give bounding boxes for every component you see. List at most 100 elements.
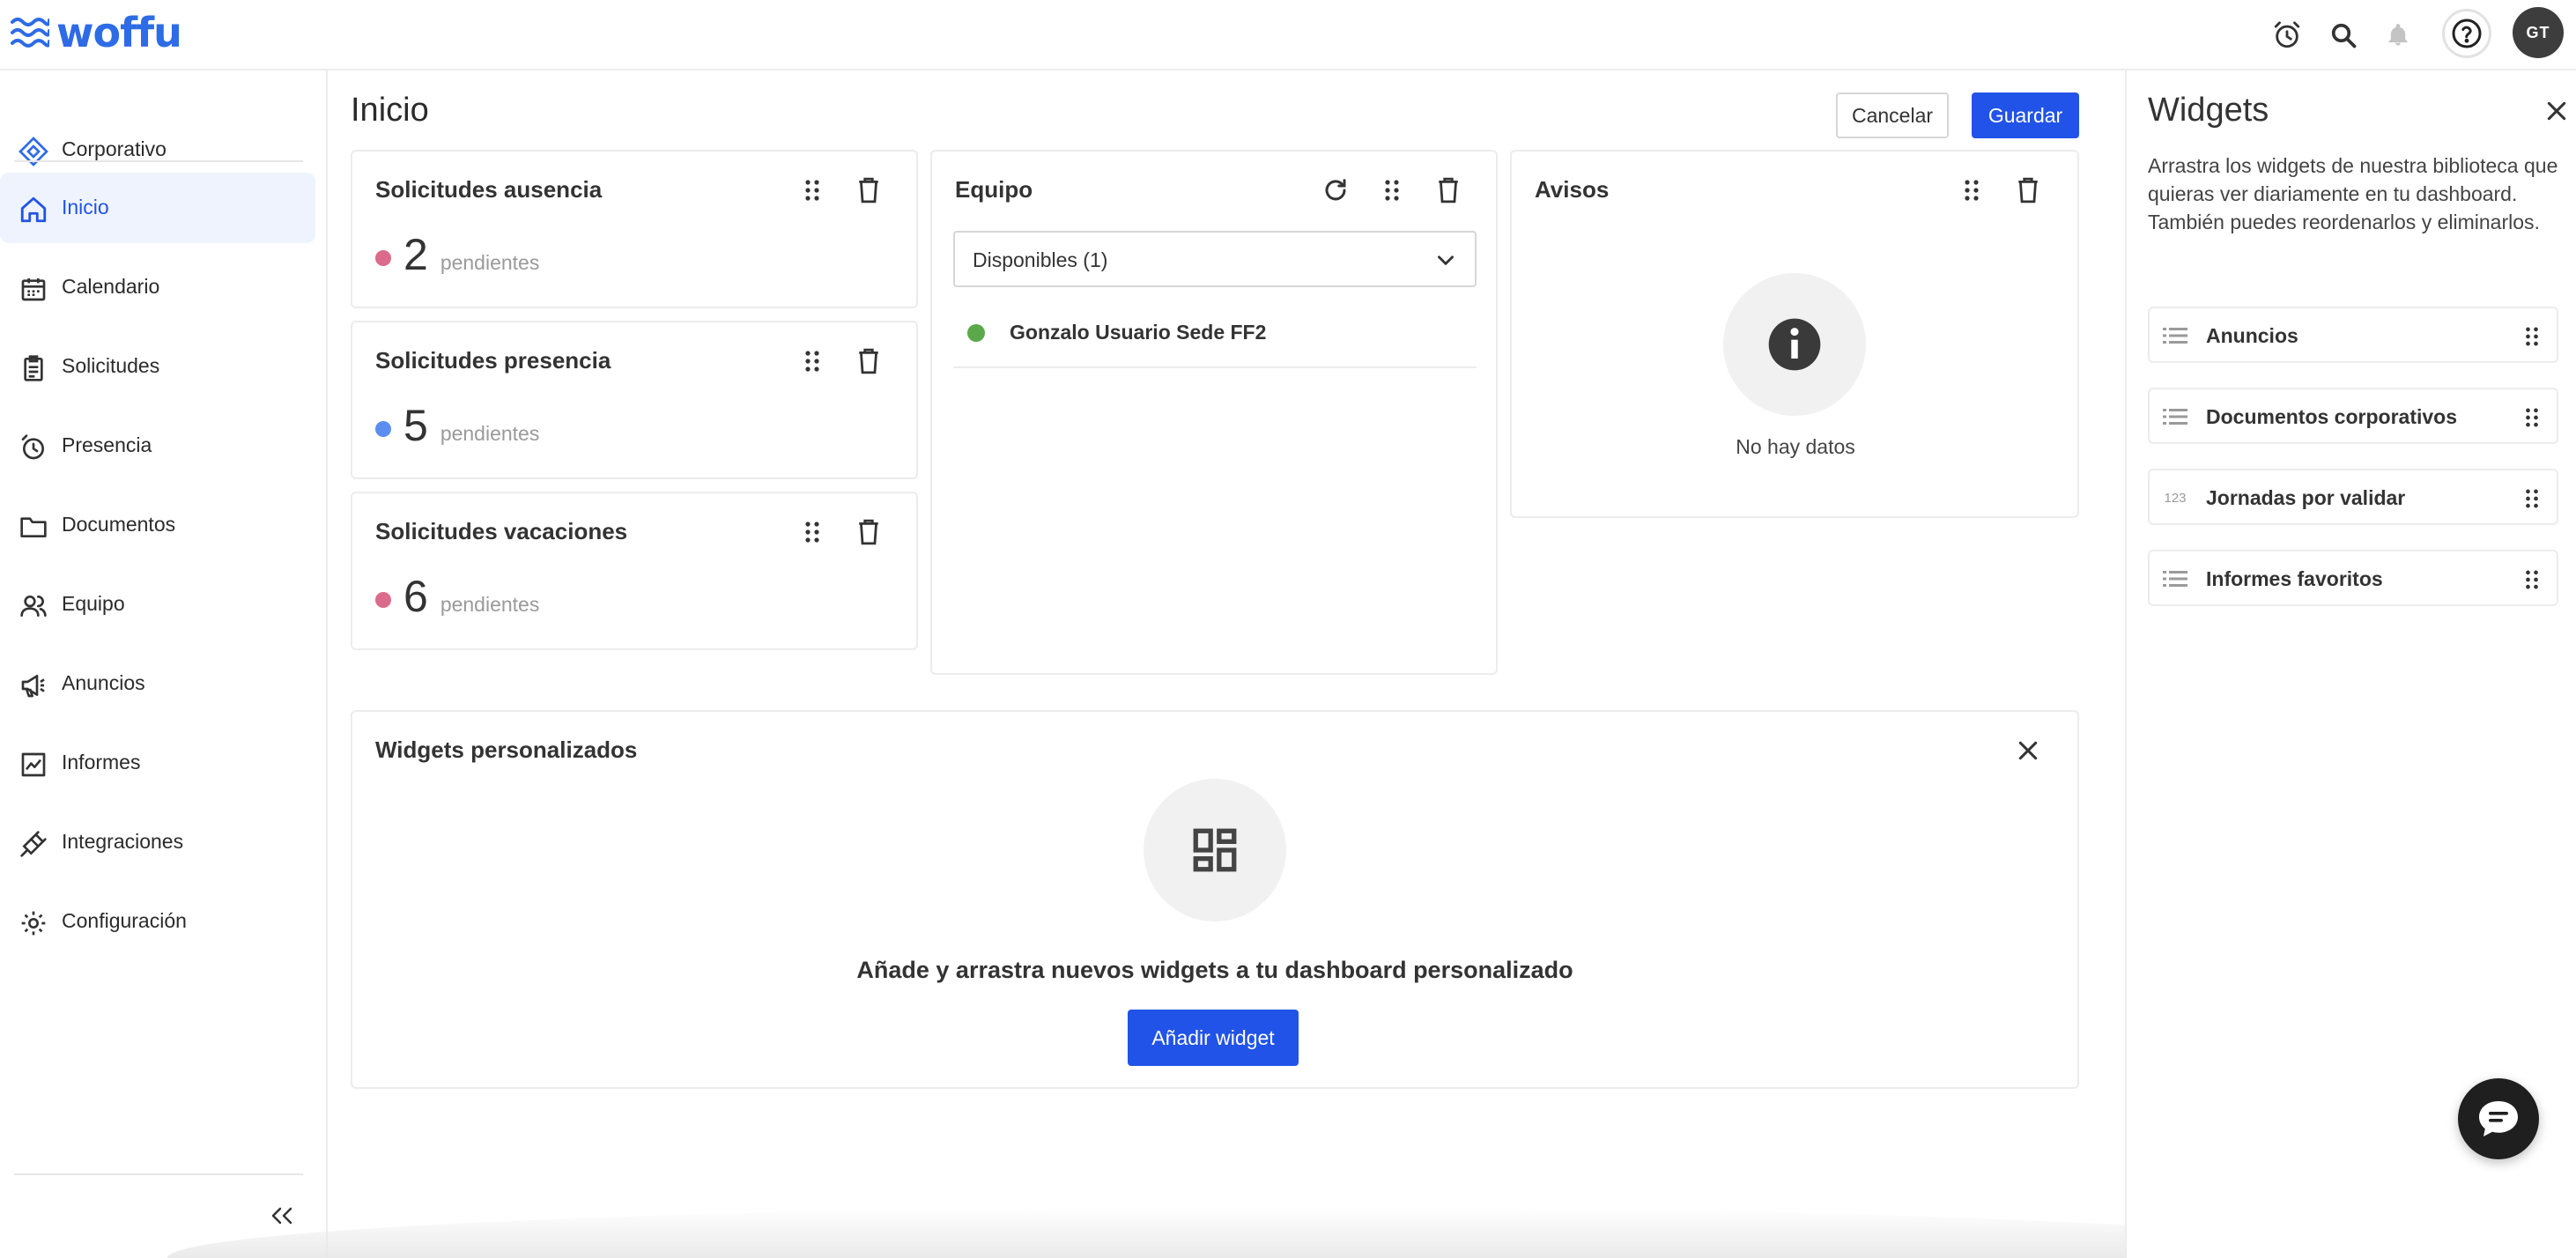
logo-text: woffu: [56, 9, 182, 56]
sidebar-item-anuncios[interactable]: Anuncios: [0, 648, 315, 719]
chart-icon: [18, 749, 49, 781]
custom-widgets-message: Añade y arrastra nuevos widgets a tu das…: [856, 957, 1573, 983]
avatar[interactable]: GT: [2513, 7, 2564, 58]
drag-handle-icon[interactable]: [1373, 171, 1411, 210]
section-title: Widgets personalizados: [375, 736, 638, 763]
widget-label: Anuncios: [2206, 324, 2298, 347]
sidebar-divider: [14, 1173, 303, 1175]
status-dot: [967, 324, 985, 342]
pending-count[interactable]: 2 pendientes: [375, 229, 539, 280]
chat-bubble-icon: [2479, 1101, 2518, 1136]
widget-label: Documentos corporativos: [2206, 405, 2457, 428]
sidebar-item-solicitudes[interactable]: Solicitudes: [0, 331, 315, 402]
empty-state-text: No hay datos: [1736, 435, 1855, 458]
refresh-icon[interactable]: [1316, 171, 1355, 210]
close-icon[interactable]: [2541, 95, 2572, 127]
sidebar-item-label: Documentos: [62, 513, 176, 536]
calendar-icon: [18, 273, 49, 305]
select-value: Disponibles (1): [973, 248, 1108, 271]
team-member-row[interactable]: Gonzalo Usuario Sede FF2: [953, 307, 1477, 368]
search-icon[interactable]: [2321, 12, 2366, 58]
clipboard-icon: [18, 352, 49, 384]
status-dot: [375, 421, 391, 437]
dashboard-icon: [1193, 828, 1237, 872]
sidebar-item-label: Solicitudes: [62, 354, 160, 377]
sidebar-item-label: Corporativo: [62, 137, 167, 160]
save-button[interactable]: Guardar: [1972, 92, 2079, 138]
sidebar: Corporativo Inicio Calendario Solicitude…: [0, 70, 328, 1258]
drag-handle-icon[interactable]: [2516, 562, 2548, 597]
chat-button[interactable]: [2458, 1078, 2539, 1159]
custom-widgets-section: Widgets personalizados Añade y arrastra …: [351, 710, 2079, 1089]
library-widget-jornadas-por-validar[interactable]: 123 Jornadas por validar: [2148, 469, 2558, 525]
info-icon: [1768, 318, 1821, 371]
count-label: pendientes: [440, 593, 540, 616]
help-icon[interactable]: [2442, 9, 2491, 58]
sidebar-item-equipo[interactable]: Equipo: [0, 569, 315, 640]
widget-avisos: Avisos No hay datos: [1510, 150, 2079, 518]
sidebar-item-documentos[interactable]: Documentos: [0, 490, 315, 560]
collapse-sidebar-button[interactable]: [264, 1200, 300, 1232]
library-widget-anuncios[interactable]: Anuncios: [2148, 307, 2558, 363]
sidebar-item-inicio[interactable]: Inicio: [0, 173, 315, 243]
bottom-shadow: [167, 1207, 2387, 1258]
member-name: Gonzalo Usuario Sede FF2: [1010, 321, 1267, 344]
widget-label: Jornadas por validar: [2206, 486, 2406, 509]
sidebar-item-integraciones[interactable]: Integraciones: [0, 807, 315, 877]
trash-icon[interactable]: [849, 342, 888, 381]
widget-title: Solicitudes vacaciones: [375, 518, 628, 544]
woffu-logo[interactable]: woffu: [11, 9, 182, 56]
folder-icon: [18, 511, 49, 543]
count-value: 6: [403, 572, 428, 621]
drag-handle-icon[interactable]: [793, 342, 832, 381]
dashboard-illustration: [1144, 779, 1286, 921]
sidebar-item-label: Informes: [62, 751, 141, 773]
widget-title: Solicitudes presencia: [375, 347, 611, 374]
team-icon: [18, 590, 49, 622]
trash-icon[interactable]: [2009, 171, 2047, 210]
drag-handle-icon[interactable]: [2516, 319, 2548, 354]
sidebar-item-label: Integraciones: [62, 830, 184, 853]
alarm-clock-icon[interactable]: [2264, 12, 2310, 58]
count-label: pendientes: [440, 422, 540, 445]
cancel-button[interactable]: Cancelar: [1836, 92, 1949, 138]
pending-count[interactable]: 6 pendientes: [375, 571, 539, 622]
trash-icon[interactable]: [849, 513, 888, 551]
drag-handle-icon[interactable]: [793, 171, 832, 210]
widget-title: Equipo: [955, 176, 1033, 203]
sidebar-item-label: Presencia: [62, 433, 152, 456]
list-icon: [2162, 324, 2188, 347]
diamond-icon: [18, 136, 49, 167]
drag-handle-icon[interactable]: [2516, 481, 2548, 516]
sidebar-item-configuracion[interactable]: Configuración: [0, 886, 315, 957]
sidebar-item-informes[interactable]: Informes: [0, 728, 315, 798]
pending-count[interactable]: 5 pendientes: [375, 400, 539, 451]
double-chevron-left-icon: [271, 1207, 292, 1225]
trash-icon[interactable]: [1429, 171, 1468, 210]
gear-icon: [18, 907, 49, 939]
library-widget-documentos-corporativos[interactable]: Documentos corporativos: [2148, 388, 2558, 444]
drag-handle-icon[interactable]: [2516, 400, 2548, 435]
widget-title: Avisos: [1535, 176, 1610, 203]
widget-title: Solicitudes ausencia: [375, 176, 603, 203]
sidebar-item-calendario[interactable]: Calendario: [0, 252, 315, 322]
sidebar-item-presencia[interactable]: Presencia: [0, 411, 315, 481]
list-icon: [2162, 567, 2188, 590]
sidebar-item-label: Calendario: [62, 275, 160, 298]
chevron-down-icon: [1438, 255, 1454, 265]
widget-solicitudes-presencia: Solicitudes presencia 5 pendientes: [351, 321, 918, 479]
count-value: 2: [403, 230, 428, 279]
trash-icon[interactable]: [849, 171, 888, 210]
drag-handle-icon[interactable]: [793, 513, 832, 551]
add-widget-button[interactable]: Añadir widget: [1128, 1010, 1299, 1066]
numeric-icon: 123: [2164, 490, 2187, 506]
panel-title: Widgets: [2148, 92, 2269, 129]
widget-equipo: Equipo Disponibles (1) Gonzalo Usuario S…: [930, 150, 1498, 675]
close-icon[interactable]: [2009, 731, 2047, 770]
panel-description: Arrastra los widgets de nuestra bibliote…: [2148, 154, 2558, 233]
count-value: 5: [403, 401, 428, 450]
drag-handle-icon[interactable]: [1952, 171, 1991, 210]
bell-icon[interactable]: [2375, 12, 2421, 58]
library-widget-informes-favoritos[interactable]: Informes favoritos: [2148, 550, 2558, 606]
availability-select[interactable]: Disponibles (1): [953, 231, 1477, 287]
